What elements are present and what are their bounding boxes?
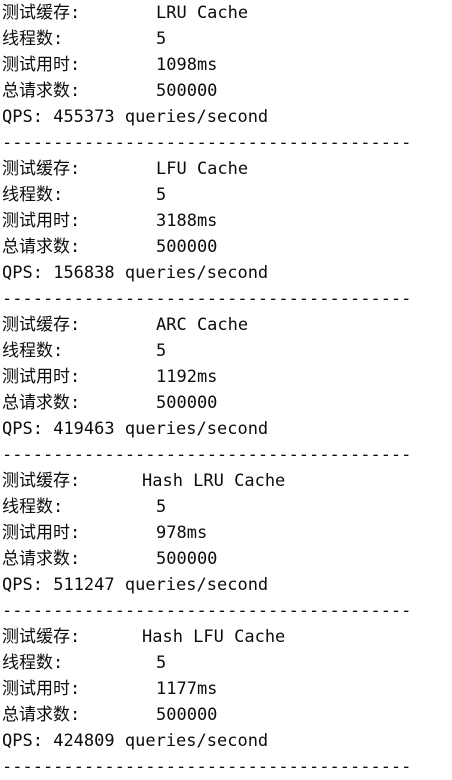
cache-label: 测试缓存: xyxy=(2,3,81,23)
time-label: 测试用时: xyxy=(2,367,81,387)
time-label: 测试用时: xyxy=(2,55,81,75)
threads-value: 5 xyxy=(156,29,167,49)
time-label: 测试用时: xyxy=(2,679,81,699)
threads-label: 线程数: xyxy=(2,497,64,517)
cache-value: LFU Cache xyxy=(156,159,249,179)
threads-row: 线程数: 5 xyxy=(2,650,450,676)
time-row: 测试用时: 1098ms xyxy=(2,52,450,78)
threads-value: 5 xyxy=(156,341,167,361)
requests-label: 总请求数: xyxy=(2,705,81,725)
cache-label: 测试缓存: xyxy=(2,315,81,335)
requests-label: 总请求数: xyxy=(2,237,81,257)
cache-row: 测试缓存: ARC Cache xyxy=(2,312,450,338)
requests-value: 500000 xyxy=(156,393,218,413)
requests-label: 总请求数: xyxy=(2,81,81,101)
cache-label: 测试缓存: xyxy=(2,159,81,179)
threads-row: 线程数: 5 xyxy=(2,26,450,52)
time-value: 3188ms xyxy=(156,211,218,231)
qps-label: QPS: xyxy=(2,263,43,283)
requests-row: 总请求数: 500000 xyxy=(2,546,450,572)
qps-value: 424809 xyxy=(53,731,115,751)
qps-label: QPS: xyxy=(2,575,43,595)
result-block: 测试缓存: LFU Cache 线程数: 5 测试用时: 3188ms 总请求数: 50000… xyxy=(2,156,450,312)
threads-row: 线程数: 5 xyxy=(2,494,450,520)
cache-row: 测试缓存: LFU Cache xyxy=(2,156,450,182)
qps-label: QPS: xyxy=(2,419,43,439)
requests-value: 500000 xyxy=(156,237,218,257)
requests-label: 总请求数: xyxy=(2,393,81,413)
qps-row: QPS: 424809 queries/second xyxy=(2,728,450,754)
qps-unit: queries/second xyxy=(124,419,269,439)
qps-value: 511247 xyxy=(53,575,115,595)
qps-row: QPS: 156838 queries/second xyxy=(2,260,450,286)
requests-row: 总请求数: 500000 xyxy=(2,234,450,260)
result-block: 测试缓存: ARC Cache 线程数: 5 测试用时: 1192ms 总请求数: 50000… xyxy=(2,312,450,468)
threads-label: 线程数: xyxy=(2,29,64,49)
threads-label: 线程数: xyxy=(2,341,64,361)
requests-row: 总请求数: 500000 xyxy=(2,78,450,104)
time-row: 测试用时: 978ms xyxy=(2,520,450,546)
requests-value: 500000 xyxy=(156,549,218,569)
threads-label: 线程数: xyxy=(2,653,64,673)
threads-row: 线程数: 5 xyxy=(2,338,450,364)
cache-value: Hash LFU Cache xyxy=(142,627,286,647)
qps-label: QPS: xyxy=(2,731,43,751)
threads-value: 5 xyxy=(156,497,167,517)
qps-value: 419463 xyxy=(53,419,115,439)
qps-value: 455373 xyxy=(53,107,115,127)
separator-line: ---------------------------------------- xyxy=(2,601,412,621)
qps-label: QPS: xyxy=(2,107,43,127)
qps-row: QPS: 511247 queries/second xyxy=(2,572,450,598)
qps-unit: queries/second xyxy=(124,575,269,595)
cache-label: 测试缓存: xyxy=(2,627,81,647)
separator-line: ---------------------------------------- xyxy=(2,133,412,153)
requests-label: 总请求数: xyxy=(2,549,81,569)
qps-unit: queries/second xyxy=(124,263,269,283)
time-value: 1177ms xyxy=(156,679,218,699)
result-block: 测试缓存: LRU Cache 线程数: 5 测试用时: 1098ms 总请求数: 50000… xyxy=(2,0,450,156)
threads-value: 5 xyxy=(156,185,167,205)
requests-row: 总请求数: 500000 xyxy=(2,390,450,416)
qps-unit: queries/second xyxy=(124,731,269,751)
cache-value: ARC Cache xyxy=(156,315,249,335)
console-output: 测试缓存: LRU Cache 线程数: 5 测试用时: 1098ms 总请求数: 50000… xyxy=(2,0,450,780)
time-label: 测试用时: xyxy=(2,523,81,543)
requests-value: 500000 xyxy=(156,705,218,725)
separator-line: ---------------------------------------- xyxy=(2,289,412,309)
cache-value: Hash LRU Cache xyxy=(142,471,286,491)
time-label: 测试用时: xyxy=(2,211,81,231)
result-block: 测试缓存: Hash LRU Cache 线程数: 5 测试用时: 978ms 总请求数: 5… xyxy=(2,468,450,624)
time-value: 1192ms xyxy=(156,367,218,387)
result-block: 测试缓存: Hash LFU Cache 线程数: 5 测试用时: 1177ms 总请求数:… xyxy=(2,624,450,780)
cache-row: 测试缓存: LRU Cache xyxy=(2,0,450,26)
time-row: 测试用时: 3188ms xyxy=(2,208,450,234)
separator-line: ---------------------------------------- xyxy=(2,445,412,465)
threads-value: 5 xyxy=(156,653,167,673)
time-value: 978ms xyxy=(156,523,208,543)
requests-row: 总请求数: 500000 xyxy=(2,702,450,728)
cache-row: 测试缓存: Hash LFU Cache xyxy=(2,624,450,650)
qps-unit: queries/second xyxy=(124,107,269,127)
threads-label: 线程数: xyxy=(2,185,64,205)
time-row: 测试用时: 1192ms xyxy=(2,364,450,390)
qps-row: QPS: 455373 queries/second xyxy=(2,104,450,130)
qps-value: 156838 xyxy=(53,263,115,283)
cache-label: 测试缓存: xyxy=(2,471,81,491)
cache-row: 测试缓存: Hash LRU Cache xyxy=(2,468,450,494)
threads-row: 线程数: 5 xyxy=(2,182,450,208)
cache-value: LRU Cache xyxy=(156,3,249,23)
time-value: 1098ms xyxy=(156,55,218,75)
separator-line: ---------------------------------------- xyxy=(2,757,412,777)
qps-row: QPS: 419463 queries/second xyxy=(2,416,450,442)
requests-value: 500000 xyxy=(156,81,218,101)
time-row: 测试用时: 1177ms xyxy=(2,676,450,702)
